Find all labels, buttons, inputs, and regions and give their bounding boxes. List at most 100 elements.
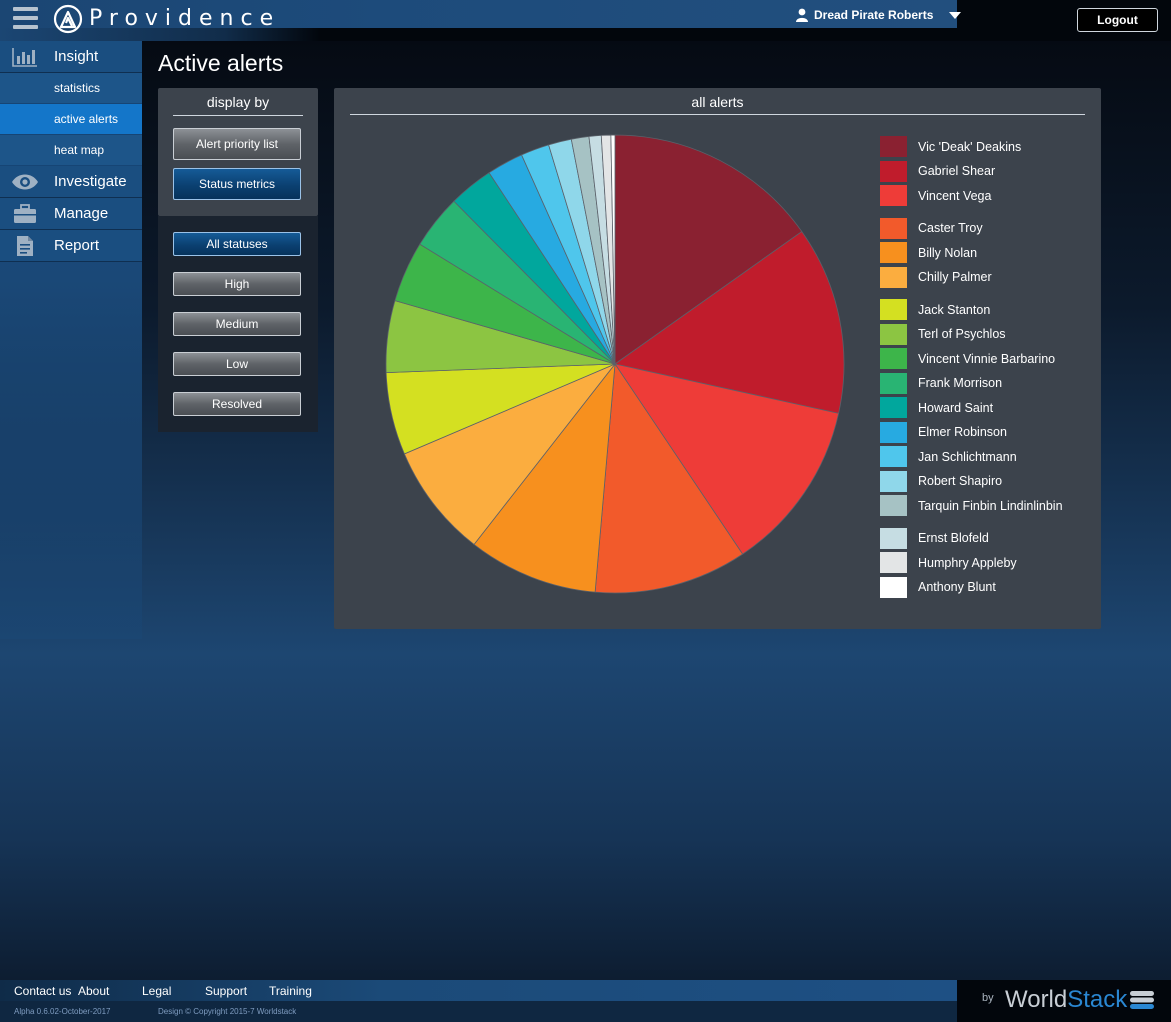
legend-item: Robert Shapiro [880, 470, 1003, 492]
sidebar: Insight statistics active alerts heat ma… [0, 41, 142, 639]
sidebar-item-manage[interactable]: Manage [0, 198, 142, 230]
sidebar-item-insight[interactable]: Insight [0, 41, 142, 73]
footer-link-legal[interactable]: Legal [142, 984, 171, 998]
resolved-button[interactable]: Resolved [173, 392, 301, 416]
legend-label: Jack Stanton [918, 302, 991, 317]
legend-swatch [880, 527, 907, 549]
legend-swatch [880, 185, 907, 206]
legend-swatch [880, 470, 907, 492]
stack-bars-icon [1130, 991, 1155, 1009]
legend-label: Robert Shapiro [918, 474, 1003, 488]
sidebar-subitem-statistics[interactable]: statistics [0, 73, 142, 104]
legend-swatch [880, 446, 907, 467]
logo-world-text: World [1005, 986, 1068, 1013]
legend-item: Frank Morrison [880, 372, 1003, 394]
legend-item: Vic 'Deak' Deakins [880, 136, 1021, 157]
legend-item: Vincent Vinnie Barbarino [880, 348, 1055, 369]
legend-item: Caster Troy [880, 217, 983, 239]
legend-swatch [880, 348, 907, 369]
legend-item: Terl of Psychlos [880, 323, 1006, 345]
legend-swatch [880, 372, 907, 394]
user-name: Dread Pirate Roberts [814, 8, 934, 22]
sidebar-subitem-heat-map[interactable]: heat map [0, 135, 142, 166]
legend-label: Howard Saint [918, 400, 994, 415]
legend-swatch [880, 323, 907, 345]
legend-swatch [880, 421, 907, 443]
all-statuses-button[interactable]: All statuses [173, 232, 301, 256]
legend-swatch [880, 397, 907, 418]
document-icon [11, 235, 39, 257]
providence-logo-icon [53, 4, 83, 34]
legend-item: Ernst Blofeld [880, 527, 989, 549]
sidebar-item-label: Investigate [54, 173, 127, 190]
legend-item: Jan Schlichtmann [880, 446, 1017, 467]
legend-label: Tarquin Finbin Lindinlinbin [918, 498, 1063, 513]
briefcase-icon [11, 203, 39, 225]
worldstack-logo: World Stack [1005, 986, 1155, 1014]
legend-item: Billy Nolan [880, 242, 977, 263]
display-by-heading: display by [173, 94, 303, 116]
high-button[interactable]: High [173, 272, 301, 296]
legend-item: Gabriel Shear [880, 160, 996, 182]
legend-swatch [880, 242, 907, 263]
legend-label: Elmer Robinson [918, 425, 1007, 439]
display-by-panel: display by Alert priority list Status me… [158, 88, 318, 216]
footer-link-contact-us[interactable]: Contact us [14, 984, 71, 998]
bar-chart-icon [11, 46, 39, 68]
user-menu[interactable]: Dread Pirate Roberts [796, 7, 962, 23]
legend-swatch [880, 552, 907, 573]
sidebar-item-label: Report [54, 237, 100, 254]
legend-item: Elmer Robinson [880, 421, 1007, 443]
legend-label: Vincent Vinnie Barbarino [918, 351, 1056, 366]
logout-button[interactable]: Logout [1077, 8, 1158, 32]
alerts-chart-panel: all alerts Vic 'Deak' Deakins Gabriel She… [334, 88, 1101, 629]
footer-link-support[interactable]: Support [205, 984, 247, 998]
status-metrics-button[interactable]: Status metrics [173, 168, 301, 200]
legend-swatch [880, 495, 907, 516]
legend-label: Jan Schlichtmann [918, 449, 1017, 464]
alert-priority-list-button[interactable]: Alert priority list [173, 128, 301, 160]
legend-label: Billy Nolan [918, 245, 978, 260]
medium-button[interactable]: Medium [173, 312, 301, 336]
low-button[interactable]: Low [173, 352, 301, 376]
legend-swatch [880, 576, 907, 598]
version-text: Alpha 0.6.02-October-2017 [14, 1007, 111, 1016]
legend-label: Vincent Vega [918, 188, 992, 203]
legend-swatch [880, 160, 907, 182]
user-icon [796, 8, 808, 22]
legend-label: Ernst Blofeld [918, 531, 989, 545]
footer-lower-bar [0, 1001, 957, 1022]
sidebar-item-report[interactable]: Report [0, 230, 142, 262]
legend-item: Humphry Appleby [880, 552, 1017, 573]
hamburger-menu-icon[interactable] [13, 7, 38, 29]
sidebar-item-label: Manage [54, 205, 109, 222]
legend-label: Frank Morrison [918, 376, 1003, 390]
by-text: by [982, 992, 994, 1004]
legend-label: Humphry Appleby [918, 555, 1017, 570]
chevron-down-icon[interactable] [949, 11, 962, 19]
legend-swatch [880, 266, 907, 288]
legend-label: Vic 'Deak' Deakins [918, 139, 1022, 154]
footer-link-training[interactable]: Training [269, 984, 312, 998]
legend-item: Anthony Blunt [880, 576, 996, 598]
chart-legend: Vic 'Deak' Deakins Gabriel Shear Vincent V… [880, 88, 1095, 629]
legend-item: Jack Stanton [880, 299, 990, 320]
sidebar-subitem-active-alerts[interactable]: active alerts [0, 104, 142, 135]
sidebar-item-investigate[interactable]: Investigate [0, 166, 142, 198]
footer-link-about[interactable]: About [78, 984, 109, 998]
sidebar-item-label: Insight [54, 48, 99, 65]
status-filter-panel: All statuses High Medium Low Resolved [158, 216, 318, 432]
copyright-text: Design © Copyright 2015-7 Worldstack [158, 1007, 297, 1016]
legend-label: Terl of Psychlos [918, 327, 1006, 341]
brand-name: Providence [89, 6, 281, 31]
legend-item: Chilly Palmer [880, 266, 992, 288]
eye-icon [11, 171, 39, 193]
legend-label: Anthony Blunt [918, 580, 996, 594]
legend-item: Vincent Vega [880, 185, 991, 206]
page-title: Active alerts [158, 50, 284, 76]
legend-swatch [880, 299, 907, 320]
logo-stack-text: Stack [1067, 986, 1128, 1013]
legend-label: Caster Troy [918, 221, 983, 235]
legend-label: Gabriel Shear [918, 164, 996, 178]
legend-item: Howard Saint [880, 397, 993, 418]
